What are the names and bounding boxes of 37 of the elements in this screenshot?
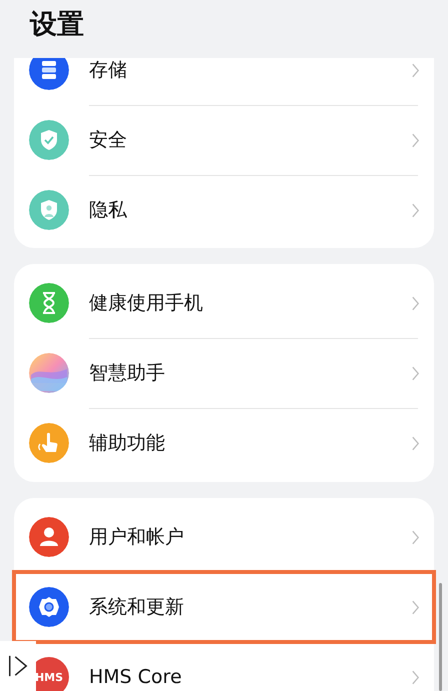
settings-row[interactable]: 隐私 xyxy=(14,175,434,245)
chevron-icon xyxy=(411,62,420,78)
row-label: 智慧助手 xyxy=(89,361,166,386)
settings-row[interactable]: 健康使用手机 xyxy=(14,268,434,338)
settings-row[interactable]: 用户和帐户 xyxy=(14,502,434,572)
settings-row[interactable]: 安全 xyxy=(14,105,434,175)
chevron-icon xyxy=(411,202,420,218)
chevron-icon xyxy=(411,600,420,614)
highlighted-settings-row[interactable]: 系统和更新 xyxy=(14,572,434,642)
gear-icon xyxy=(29,587,69,627)
page-title: 设置 xyxy=(30,8,84,42)
chevron-icon xyxy=(411,436,420,450)
chevron-icon xyxy=(411,132,420,148)
chevron-icon xyxy=(411,366,420,380)
bar-chevron-icon xyxy=(7,654,29,678)
person-icon xyxy=(29,517,69,557)
settings-row[interactable]: 辅助功能 xyxy=(14,408,434,478)
row-label: 安全 xyxy=(89,128,128,153)
hand-pointer-icon xyxy=(29,423,69,463)
row-label: 系统和更新 xyxy=(89,595,185,620)
hourglass-icon xyxy=(29,283,69,323)
chevron-icon xyxy=(411,670,420,684)
side-dock-menu[interactable] xyxy=(0,641,36,691)
settings-row[interactable]: 智慧助手 xyxy=(14,338,434,408)
gradient-orb-icon xyxy=(29,353,69,393)
shield-check-icon xyxy=(29,120,69,160)
row-label: HMS Core xyxy=(89,666,183,688)
row-label: 存储 xyxy=(89,58,128,83)
chevron-icon xyxy=(411,296,420,310)
row-label: 辅助功能 xyxy=(89,431,166,456)
row-label: 健康使用手机 xyxy=(89,291,204,316)
scrollbar[interactable] xyxy=(439,583,442,691)
chevron-icon xyxy=(411,530,420,544)
row-label: 用户和帐户 xyxy=(89,525,185,550)
shield-person-icon xyxy=(29,190,69,230)
settings-row[interactable]: 存储 xyxy=(14,58,434,105)
row-label: 隐私 xyxy=(89,198,128,223)
